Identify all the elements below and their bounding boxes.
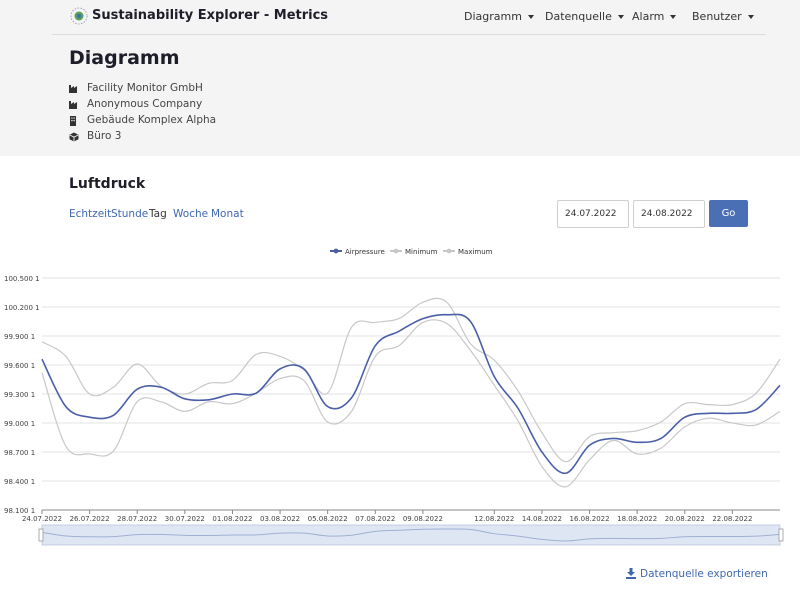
y-tick-label: 98.700 1 [4, 449, 35, 457]
nav-benutzer[interactable]: Benutzer [692, 10, 754, 23]
chart-section-title: Luftdruck [69, 176, 146, 192]
navigator-handle-right [778, 528, 784, 542]
nav-alarm-label: Alarm [632, 10, 665, 23]
range-link-echtzeit[interactable]: Echtzeit [69, 208, 111, 220]
chart-canvas: 98.100 1 98.400 1 98.700 1 99.000 1 99.300 1… [4, 248, 784, 546]
legend-marker [393, 248, 399, 254]
legend-label: Airpressure [345, 248, 385, 256]
series-line-minimum [41, 319, 781, 488]
x-tick-label: 12.08.2022 [474, 515, 514, 523]
export-label: Datenquelle exportieren [640, 568, 768, 580]
y-tick-label: 100.200 1 [4, 304, 40, 312]
legend-label: Maximum [458, 248, 493, 256]
chevron-down-icon [747, 15, 754, 19]
x-axis-ticks: 24.07.2022 26.07.2022 28.07.2022 30.07.2022… [22, 510, 752, 523]
breadcrumb-label: Facility Monitor GmbH [87, 82, 203, 94]
breadcrumb-label: Anonymous Company [87, 98, 203, 110]
x-tick-label: 30.07.2022 [165, 515, 205, 523]
header-area: Sustainability Explorer - Metrics Diagra… [0, 0, 800, 156]
y-tick-label: 100.500 1 [4, 275, 40, 283]
line-chart: 98.100 1 98.400 1 98.700 1 99.000 1 99.300 1… [0, 240, 800, 550]
series-line-maximum [41, 297, 781, 463]
page-title: Diagramm [69, 47, 180, 69]
go-button[interactable]: Go [709, 200, 748, 227]
app-title[interactable]: Sustainability Explorer - Metrics [92, 8, 328, 23]
range-link-stunde[interactable]: Stunde [111, 208, 148, 220]
range-link-tag[interactable]: Tag [149, 208, 167, 220]
date-to-input[interactable] [633, 200, 705, 228]
cube-icon [69, 132, 79, 142]
y-axis-ticks: 98.100 1 98.400 1 98.700 1 99.000 1 99.300 1… [4, 275, 40, 515]
top-navbar: Sustainability Explorer - Metrics Diagra… [52, 0, 766, 35]
y-tick-label: 98.100 1 [4, 507, 35, 515]
x-tick-label: 26.07.2022 [70, 515, 110, 523]
navigator-range [41, 524, 781, 546]
x-tick-label: 01.08.2022 [212, 515, 252, 523]
nav-alarm[interactable]: Alarm [632, 10, 677, 23]
nav-benutzer-label: Benutzer [692, 10, 742, 23]
y-tick-label: 98.400 1 [4, 478, 35, 486]
chevron-down-icon [527, 15, 534, 19]
app-logo-icon[interactable] [70, 7, 88, 25]
legend-label: Minimum [405, 248, 438, 256]
range-link-woche[interactable]: Woche [173, 208, 208, 220]
x-tick-label: 28.07.2022 [117, 515, 157, 523]
download-icon [626, 568, 636, 579]
range-link-monat[interactable]: Monat [211, 208, 244, 220]
x-tick-label: 24.07.2022 [22, 515, 62, 523]
nav-diagramm[interactable]: Diagramm [464, 10, 534, 23]
navigator-handle-left [38, 528, 44, 542]
legend-marker [333, 248, 339, 254]
y-tick-label: 99.900 1 [4, 333, 35, 341]
chart-series [41, 297, 781, 488]
x-tick-label: 03.08.2022 [260, 515, 300, 523]
breadcrumb-label: Büro 3 [87, 130, 122, 142]
legend-marker [446, 248, 452, 254]
x-tick-label: 22.08.2022 [712, 515, 752, 523]
factory-icon [69, 101, 77, 109]
chart-grid [42, 277, 780, 511]
chart-navigator[interactable] [38, 524, 784, 546]
y-tick-label: 99.000 1 [4, 420, 35, 428]
chevron-down-icon [670, 15, 677, 19]
chevron-down-icon [617, 15, 624, 19]
x-tick-label: 18.08.2022 [617, 515, 657, 523]
factory-icon [69, 85, 77, 93]
x-tick-label: 16.08.2022 [570, 515, 610, 523]
nav-datenquelle-label: Datenquelle [545, 10, 612, 23]
x-tick-label: 20.08.2022 [665, 515, 705, 523]
nav-datenquelle[interactable]: Datenquelle [545, 10, 624, 23]
building-icon [70, 116, 76, 126]
x-tick-label: 09.08.2022 [403, 515, 443, 523]
nav-diagramm-label: Diagramm [464, 10, 522, 23]
y-tick-label: 99.600 1 [4, 362, 35, 370]
chart-legend[interactable]: Airpressure Minimum Maximum [330, 248, 493, 256]
y-tick-label: 99.300 1 [4, 391, 35, 399]
x-tick-label: 14.08.2022 [522, 515, 562, 523]
x-tick-label: 07.08.2022 [355, 515, 395, 523]
x-tick-label: 05.08.2022 [308, 515, 348, 523]
date-from-input[interactable] [557, 200, 629, 228]
breadcrumb-label: Gebäude Komplex Alpha [87, 114, 217, 126]
